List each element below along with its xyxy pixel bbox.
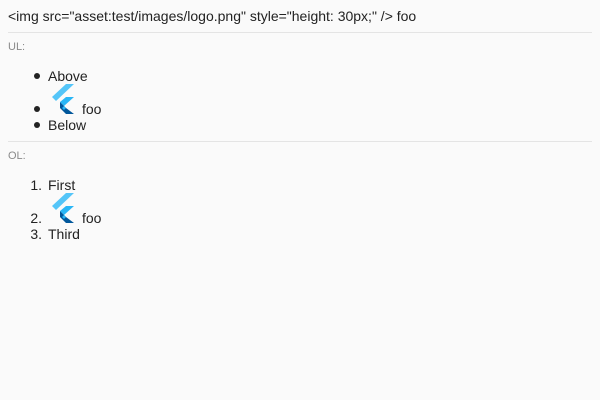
list-number: 3. bbox=[30, 226, 42, 242]
flutter-logo-icon bbox=[50, 193, 76, 223]
divider-middle bbox=[8, 141, 592, 142]
flutter-logo-icon bbox=[50, 84, 76, 114]
list-item-text: Third bbox=[48, 226, 80, 242]
list-number: 1. bbox=[30, 177, 42, 193]
list-item-text: foo bbox=[82, 210, 102, 226]
bullet-marker bbox=[34, 106, 40, 112]
list-item-text: First bbox=[48, 177, 76, 193]
divider-top bbox=[8, 32, 592, 33]
ul-label: UL: bbox=[8, 41, 26, 53]
list-item-text: Below bbox=[48, 117, 87, 133]
ol-label: OL: bbox=[8, 150, 26, 162]
list-number: 2. bbox=[30, 210, 42, 226]
list-item-text: foo bbox=[82, 101, 102, 117]
bullet-marker bbox=[34, 73, 40, 79]
header-text: <img src="asset:test/images/logo.png" st… bbox=[8, 8, 417, 24]
list-item-text: Above bbox=[48, 68, 88, 84]
bullet-marker bbox=[34, 122, 40, 128]
